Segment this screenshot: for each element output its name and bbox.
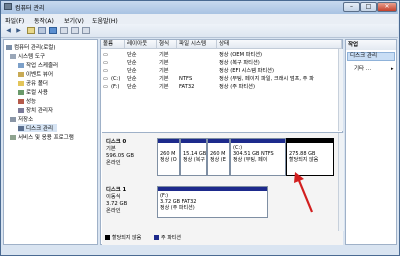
disk-icon <box>18 126 24 131</box>
minimize-button[interactable]: – <box>343 2 360 12</box>
drive-icon: ▭ <box>103 52 108 58</box>
volume-row[interactable]: ▭ (C:) 단순 기본 NTFS 정상 (부팅, 페이지 파일, 크래시 덤프… <box>101 75 342 83</box>
column-type[interactable]: 형식 <box>157 40 177 49</box>
tree-item-performance[interactable]: 성능 <box>18 97 36 105</box>
perf-icon <box>18 99 24 104</box>
partition-oem[interactable]: 260 M 정상 (O <box>157 138 180 176</box>
legend-primary: 주 파티션 <box>154 234 181 241</box>
computer-icon <box>6 45 12 50</box>
action-more[interactable]: 기타 ... <box>354 64 371 72</box>
tree-item-shared-folders[interactable]: 공유 폴더 <box>18 79 48 87</box>
tree-item-device-manager[interactable]: 장치 관리자 <box>18 106 53 114</box>
computer-management-icon <box>4 3 12 10</box>
drive-icon: ▭ <box>103 68 108 74</box>
tree-item-computer-management[interactable]: 컴퓨터 관리(로컬) <box>6 43 55 51</box>
actions-pane: 작업 디스크 관리 기타 ... ▸ <box>345 39 397 245</box>
tools-icon <box>10 54 16 59</box>
forward-button[interactable]: ▶ <box>14 26 23 35</box>
event-icon <box>18 72 24 77</box>
volume-row[interactable]: ▭ 단순 기본 정상 (OEM 파티션) <box>101 51 342 59</box>
volume-list-scrollbar[interactable] <box>338 49 343 131</box>
volume-row[interactable]: ▭ (F:) 단순 기본 FAT32 정상 (주 파티션) <box>101 83 342 91</box>
status-bar <box>1 247 398 255</box>
tree-item-system-tools[interactable]: 시스템 도구 <box>10 52 45 60</box>
help-icon[interactable] <box>49 27 57 34</box>
properties-icon[interactable] <box>60 27 68 34</box>
column-volume[interactable]: 볼륨 <box>101 40 125 49</box>
lower-scrollbar[interactable] <box>338 133 344 231</box>
back-button[interactable]: ◀ <box>4 26 13 35</box>
drive-icon: ▭ <box>103 60 108 66</box>
volume-row[interactable]: ▭ 단순 기본 정상 (복구 파티션) <box>101 59 342 67</box>
volume-row[interactable]: ▭ 단순 기본 정상 (EFI 시스템 파티션) <box>101 67 342 75</box>
tree-item-storage[interactable]: 저장소 <box>10 115 33 123</box>
unallocated-swatch <box>105 235 110 240</box>
close-button[interactable]: ✕ <box>377 2 397 12</box>
menu-bar <box>1 14 398 24</box>
column-filesystem[interactable]: 파일 시스템 <box>177 40 217 49</box>
folder-icon <box>18 81 24 86</box>
storage-icon <box>10 117 16 122</box>
tree-item-task-scheduler[interactable]: 작업 스케줄러 <box>18 61 58 69</box>
drive-icon: ▭ <box>103 84 108 90</box>
partition-efi[interactable]: 260 M 정상 (E <box>207 138 230 176</box>
device-icon <box>18 108 24 113</box>
drive-icon: ▭ <box>103 76 108 82</box>
tree-item-event-viewer[interactable]: 이벤트 뷰어 <box>18 70 53 78</box>
column-layout[interactable]: 레이아웃 <box>125 40 157 49</box>
tree-item-disk-management[interactable]: 디스크 관리 <box>18 124 58 132</box>
red-arrow-annotation <box>294 172 314 213</box>
legend-unallocated: 할당되지 않음 <box>105 234 141 241</box>
title-bar <box>1 1 398 14</box>
refresh-icon[interactable] <box>71 27 79 34</box>
action-disk-management[interactable]: 디스크 관리 <box>347 52 395 61</box>
partition-recovery[interactable]: 15.14 GB 정상 (복구 <box>180 138 207 176</box>
column-status[interactable]: 상태 <box>217 40 342 49</box>
maximize-button[interactable]: □ <box>360 2 377 12</box>
export-icon[interactable] <box>82 27 90 34</box>
disk-1-info[interactable]: 디스크 1 이동식 3.72 GB 온라인 <box>106 187 156 215</box>
console-tree-icon[interactable] <box>38 27 46 34</box>
tree-item-local-users[interactable]: 로컬 사용 <box>18 88 48 96</box>
partition-c[interactable]: (C:) 304.51 GB NTFS 정상 (부팅, 페이 <box>230 138 286 176</box>
tree-item-services-applications[interactable]: 서비스 및 응용 프로그램 <box>10 133 74 141</box>
users-icon <box>18 90 24 95</box>
primary-swatch <box>154 235 159 240</box>
window-title: 컴퓨터 관리 <box>15 5 45 12</box>
folder-up-icon[interactable] <box>27 27 35 34</box>
console-tree: 컴퓨터 관리(로컬) 시스템 도구 작업 스케줄러 이벤트 뷰어 공유 폴더 로… <box>3 39 98 245</box>
clock-icon <box>18 63 24 68</box>
actions-header: 작업 <box>346 40 396 50</box>
partition-f[interactable]: (F:) 3.72 GB FAT32 정상 (주 파티션) <box>157 186 268 218</box>
services-icon <box>10 135 16 140</box>
chevron-right-icon: ▸ <box>391 66 394 72</box>
disk-0-info[interactable]: 디스크 0 기본 596.05 GB 온라인 <box>106 139 156 167</box>
